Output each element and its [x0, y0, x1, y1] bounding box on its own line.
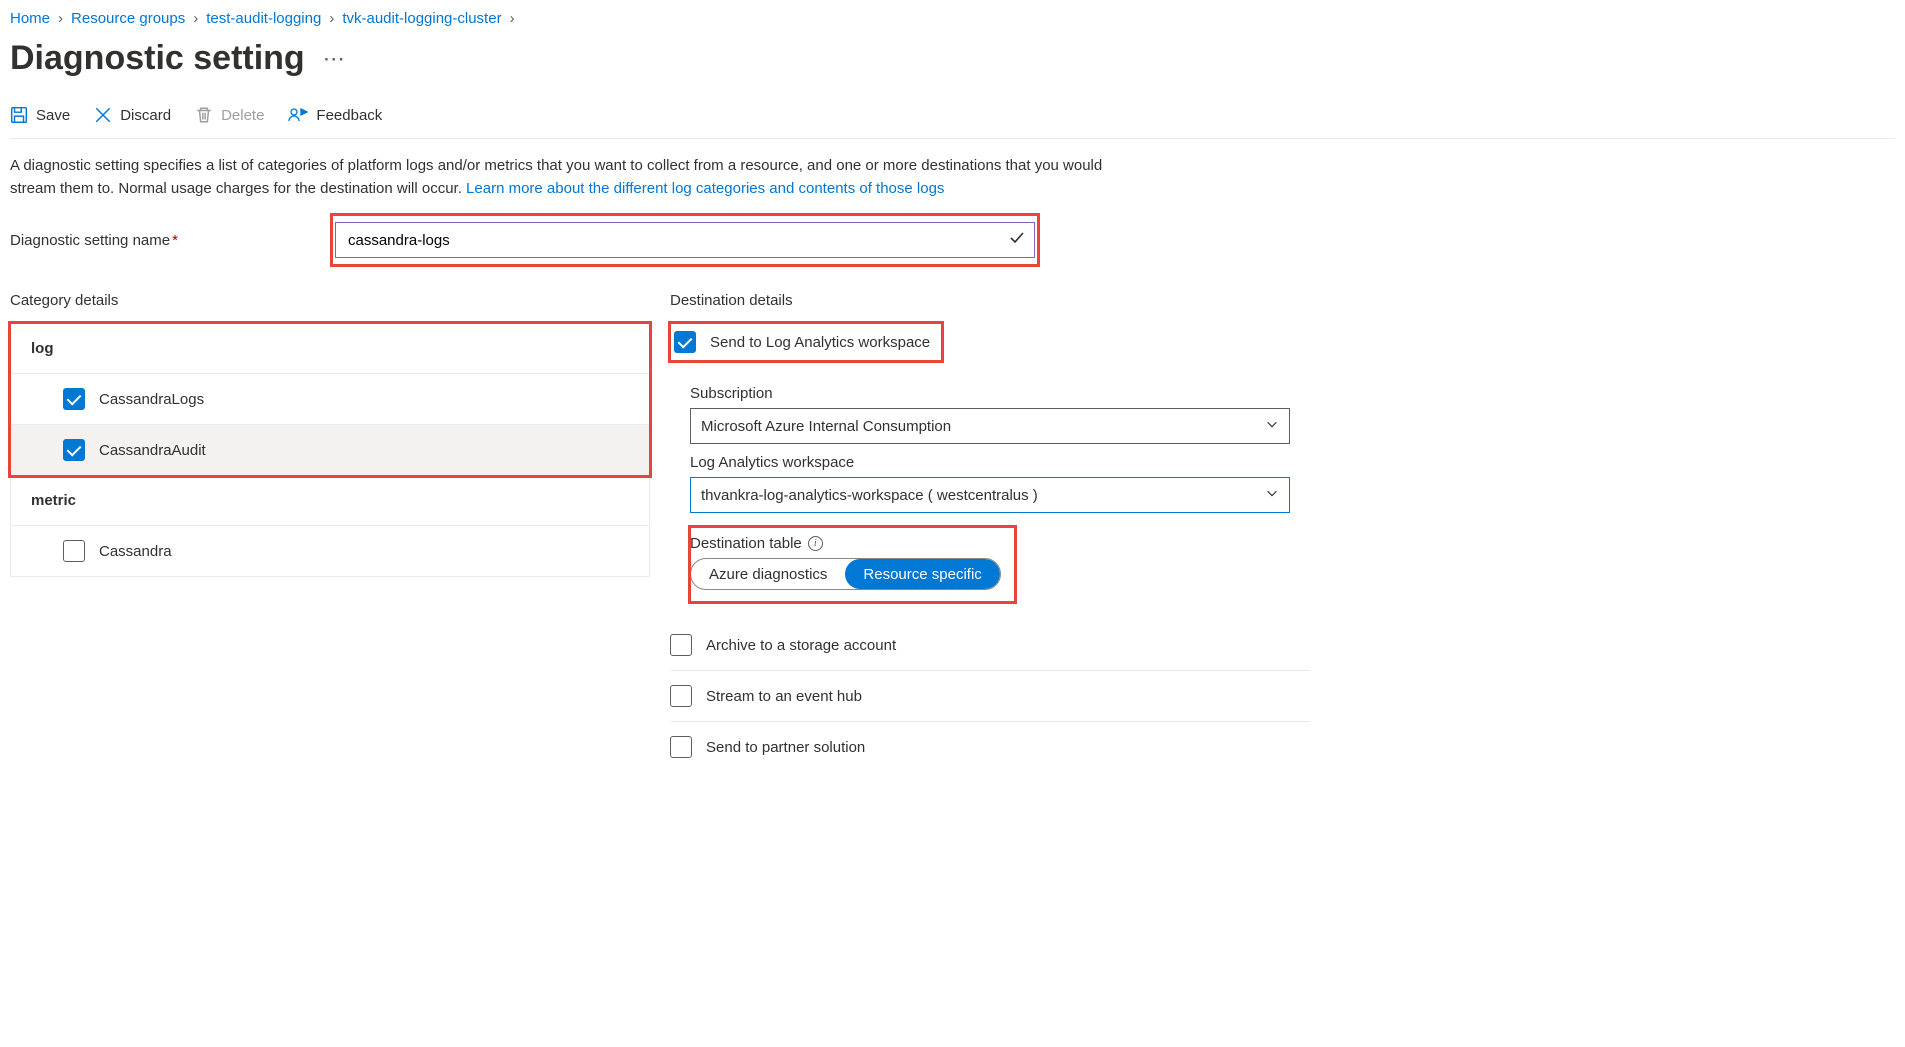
save-icon — [10, 106, 28, 124]
toolbar: Save Discard Delete Feedback — [10, 106, 1895, 139]
info-icon[interactable]: i — [808, 536, 823, 551]
destination-table-label: Destination table — [690, 535, 802, 552]
stream-eventhub-label: Stream to an event hub — [706, 688, 862, 705]
cassandra-logs-item: CassandraLogs — [11, 374, 649, 425]
trash-icon — [195, 106, 213, 124]
breadcrumb-cluster-name[interactable]: tvk-audit-logging-cluster — [342, 10, 501, 27]
send-law-highlight: Send to Log Analytics workspace — [670, 323, 942, 361]
chevron-down-icon — [1265, 417, 1279, 435]
discard-button[interactable]: Discard — [94, 106, 171, 124]
stream-eventhub-checkbox[interactable] — [670, 685, 692, 707]
required-indicator: * — [172, 232, 178, 249]
chevron-right-icon: › — [329, 10, 334, 27]
cassandra-audit-checkbox[interactable] — [63, 439, 85, 461]
feedback-icon — [288, 106, 308, 124]
archive-storage-row: Archive to a storage account — [670, 620, 1310, 671]
destination-table-label-row: Destination table i — [690, 535, 1001, 552]
page-title: Diagnostic setting — [10, 39, 305, 78]
partner-solution-label: Send to partner solution — [706, 739, 865, 756]
setting-name-label: Diagnostic setting name* — [10, 232, 335, 249]
breadcrumb: Home › Resource groups › test-audit-logg… — [10, 10, 1895, 27]
learn-more-link[interactable]: Learn more about the different log categ… — [466, 180, 944, 197]
setting-name-field: Diagnostic setting name* — [10, 218, 1895, 262]
destination-table-highlight: Destination table i Azure diagnostics Re… — [690, 527, 1015, 602]
feedback-label: Feedback — [316, 107, 382, 124]
chevron-down-icon — [1265, 486, 1279, 504]
cassandra-metric-item: Cassandra — [11, 526, 649, 576]
destination-table-toggle: Azure diagnostics Resource specific — [690, 558, 1001, 590]
feedback-button[interactable]: Feedback — [288, 106, 382, 124]
chevron-right-icon: › — [510, 10, 515, 27]
metric-group-heading: metric — [11, 476, 649, 526]
cassandra-audit-item: CassandraAudit — [11, 425, 649, 475]
pill-azure-diagnostics[interactable]: Azure diagnostics — [691, 559, 845, 589]
setting-name-input-highlight — [335, 218, 1035, 262]
log-category-box: log CassandraLogs CassandraAudit — [10, 323, 650, 476]
metric-category-box: metric Cassandra — [10, 476, 650, 577]
save-label: Save — [36, 107, 70, 124]
send-law-checkbox[interactable] — [674, 331, 696, 353]
breadcrumb-home[interactable]: Home — [10, 10, 50, 27]
cassandra-metric-label: Cassandra — [99, 543, 172, 560]
stream-eventhub-row: Stream to an event hub — [670, 671, 1310, 722]
law-config-block: Subscription Microsoft Azure Internal Co… — [670, 365, 1310, 620]
save-button[interactable]: Save — [10, 106, 70, 124]
breadcrumb-rg-name[interactable]: test-audit-logging — [206, 10, 321, 27]
more-actions-button[interactable]: ⋯ — [323, 46, 346, 72]
chevron-right-icon: › — [58, 10, 63, 27]
setting-name-label-text: Diagnostic setting name — [10, 232, 170, 249]
delete-button: Delete — [195, 106, 264, 124]
law-dropdown[interactable]: thvankra-log-analytics-workspace ( westc… — [690, 477, 1290, 513]
send-law-label: Send to Log Analytics workspace — [710, 334, 930, 351]
partner-solution-row: Send to partner solution — [670, 722, 1310, 772]
cassandra-logs-checkbox[interactable] — [63, 388, 85, 410]
subscription-label: Subscription — [690, 385, 1310, 402]
destination-details-column: Destination details Send to Log Analytic… — [670, 292, 1310, 772]
page-title-row: Diagnostic setting ⋯ — [10, 39, 1895, 78]
cassandra-audit-label: CassandraAudit — [99, 442, 206, 459]
law-value: thvankra-log-analytics-workspace ( westc… — [701, 487, 1038, 504]
subscription-dropdown[interactable]: Microsoft Azure Internal Consumption — [690, 408, 1290, 444]
log-group-heading: log — [11, 324, 649, 374]
archive-storage-checkbox[interactable] — [670, 634, 692, 656]
destination-details-heading: Destination details — [670, 292, 1310, 309]
law-label: Log Analytics workspace — [690, 454, 1310, 471]
subscription-value: Microsoft Azure Internal Consumption — [701, 418, 951, 435]
cassandra-metric-checkbox[interactable] — [63, 540, 85, 562]
delete-label: Delete — [221, 107, 264, 124]
cassandra-logs-label: CassandraLogs — [99, 391, 204, 408]
archive-storage-label: Archive to a storage account — [706, 637, 896, 654]
pill-resource-specific[interactable]: Resource specific — [845, 559, 999, 589]
chevron-right-icon: › — [193, 10, 198, 27]
partner-solution-checkbox[interactable] — [670, 736, 692, 758]
description-text: A diagnostic setting specifies a list of… — [10, 155, 1110, 200]
setting-name-input[interactable] — [335, 222, 1035, 258]
category-details-column: Category details log CassandraLogs Cassa… — [10, 292, 650, 772]
close-icon — [94, 106, 112, 124]
discard-label: Discard — [120, 107, 171, 124]
breadcrumb-resource-groups[interactable]: Resource groups — [71, 10, 185, 27]
category-details-heading: Category details — [10, 292, 650, 309]
